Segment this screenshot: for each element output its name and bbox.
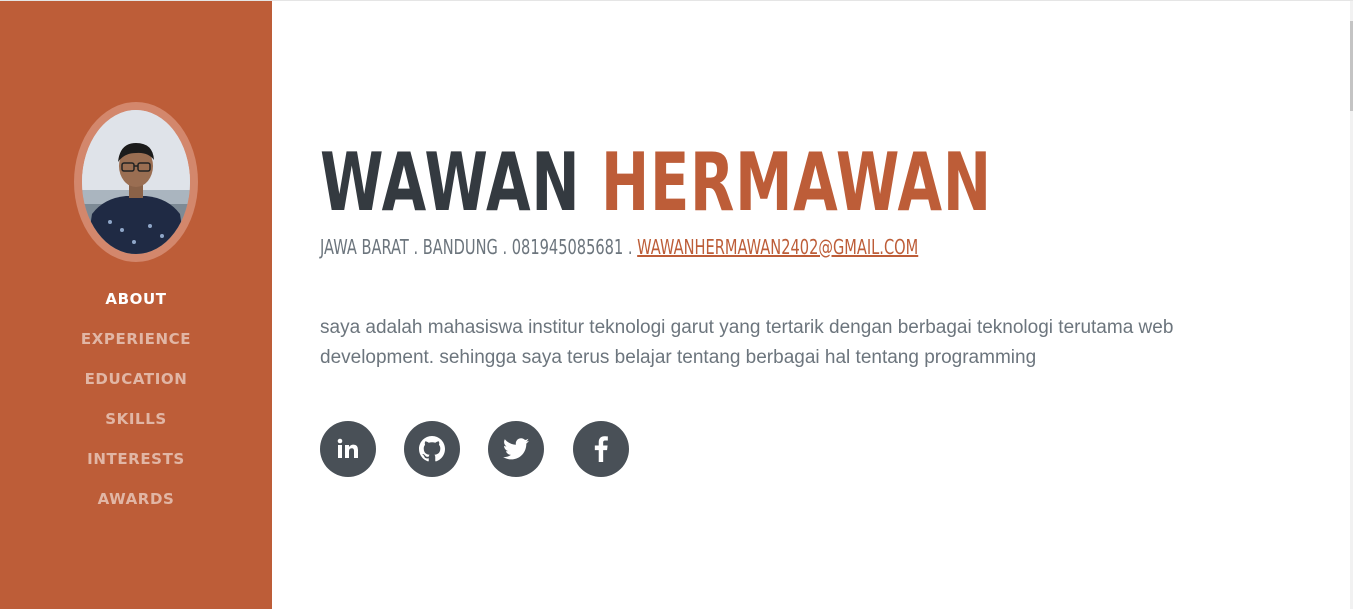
twitter-button[interactable] — [488, 421, 544, 477]
about-section: WAWAN HERMAWAN JAWA BARAT . BANDUNG . 08… — [320, 0, 1310, 609]
location-phone: JAWA BARAT . BANDUNG . 081945085681 . — [320, 235, 638, 259]
email-link[interactable]: WAWANHERMAWAN2402@GMAIL.COM — [637, 235, 918, 259]
profile-photo — [82, 110, 190, 254]
about-text: saya adalah mahasiswa institur teknologi… — [320, 317, 1174, 368]
sidebar-nav: ABOUT EXPERIENCE EDUCATION SKILLS INTERE… — [0, 281, 272, 521]
nav-item-skills[interactable]: SKILLS — [0, 401, 272, 441]
page-title: WAWAN HERMAWAN — [320, 138, 992, 228]
first-name: WAWAN — [320, 136, 581, 229]
resume-page: ABOUT EXPERIENCE EDUCATION SKILLS INTERE… — [0, 0, 1353, 609]
sidebar: ABOUT EXPERIENCE EDUCATION SKILLS INTERE… — [0, 1, 272, 609]
nav-item-experience[interactable]: EXPERIENCE — [0, 321, 272, 361]
facebook-button[interactable] — [573, 421, 629, 477]
github-button[interactable] — [404, 421, 460, 477]
twitter-icon — [503, 438, 529, 460]
nav-item-education[interactable]: EDUCATION — [0, 361, 272, 401]
linkedin-icon — [337, 438, 358, 458]
contact-line: JAWA BARAT . BANDUNG . 081945085681 . WA… — [320, 234, 918, 260]
nav-item-awards[interactable]: AWARDS — [0, 481, 272, 521]
nav-item-about[interactable]: ABOUT — [0, 281, 272, 321]
facebook-icon — [594, 436, 608, 462]
github-icon — [419, 436, 445, 462]
last-name: HERMAWAN — [601, 136, 992, 229]
avatar — [82, 110, 190, 254]
nav-item-interests[interactable]: INTERESTS — [0, 441, 272, 481]
linkedin-button[interactable] — [320, 421, 376, 477]
